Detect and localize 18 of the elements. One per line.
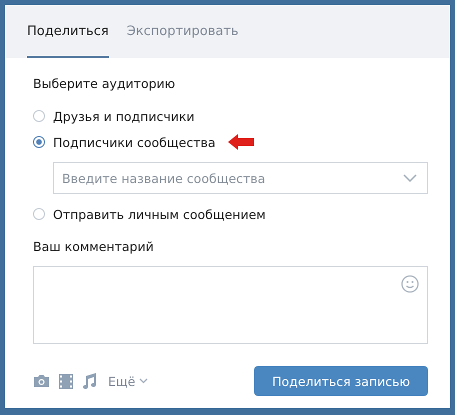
share-button[interactable]: Поделиться записью — [254, 366, 428, 396]
section-title: Выберите аудиторию — [33, 76, 176, 91]
comment-field[interactable] — [33, 266, 428, 344]
chevron-down-icon — [403, 174, 417, 182]
radio-button[interactable] — [33, 110, 45, 122]
caret-icon — [139, 378, 148, 384]
radio-label[interactable]: Подписчики сообщества — [53, 134, 216, 150]
music-note-icon[interactable] — [82, 373, 97, 389]
film-icon[interactable] — [59, 374, 73, 388]
radio-label[interactable]: Отправить личным сообщением — [53, 206, 266, 222]
radio-label[interactable]: Друзья и подписчики — [53, 108, 195, 124]
arrow-icon — [228, 134, 254, 150]
section-title: Ваш комментарий — [33, 239, 155, 254]
smiley-icon[interactable] — [401, 275, 419, 293]
camera-icon[interactable] — [33, 374, 50, 388]
radio-button[interactable] — [33, 136, 45, 148]
tab[interactable]: Поделиться — [27, 5, 109, 58]
radio-button[interactable] — [33, 208, 45, 220]
